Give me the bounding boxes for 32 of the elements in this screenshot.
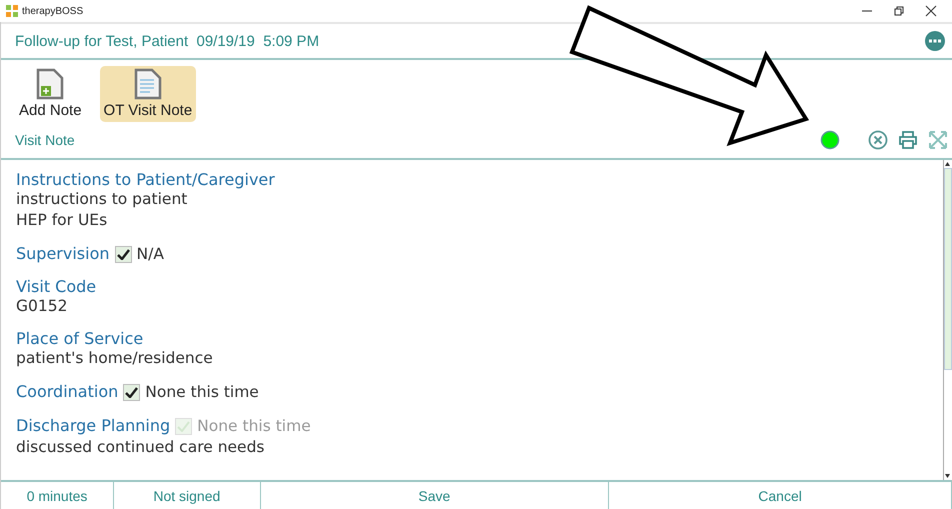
checkbox[interactable] bbox=[123, 384, 140, 400]
toolbar-button[interactable]: Add Note bbox=[15, 66, 86, 122]
field-label: Supervision bbox=[16, 243, 110, 265]
print-icon[interactable] bbox=[898, 130, 918, 150]
field-value: discussed continued care needs bbox=[16, 437, 266, 458]
checkbox[interactable] bbox=[114, 246, 132, 262]
app-logo-icon bbox=[6, 5, 18, 17]
field-label: Visit Code bbox=[16, 277, 98, 296]
field-label: Discharge Planning bbox=[16, 415, 170, 437]
add-note-icon bbox=[35, 68, 66, 102]
field-label: Instructions to Patient/Caregiver bbox=[16, 170, 276, 189]
section-title: Visit Note bbox=[15, 132, 76, 148]
field-value: G0152 bbox=[16, 296, 68, 317]
cancel-circle-icon[interactable] bbox=[868, 130, 888, 150]
close-icon[interactable] bbox=[924, 4, 938, 18]
app-name: therapyBOSS bbox=[22, 6, 84, 16]
document-icon bbox=[132, 68, 163, 102]
restore-icon[interactable] bbox=[892, 4, 906, 18]
toolbar-button[interactable]: OT Visit Note bbox=[100, 66, 196, 122]
note-title: Follow-up for Test, Patient 09/19/19 5:09 PM bbox=[15, 32, 320, 50]
field-value: instructions to patient bbox=[16, 189, 188, 210]
checkbox-label: None this time bbox=[145, 382, 259, 403]
scroll-down-icon[interactable] bbox=[944, 472, 951, 480]
field-label: Place of Service bbox=[16, 329, 144, 348]
field-value: HEP for UEs bbox=[16, 210, 108, 231]
field-value: patient's home/residence bbox=[16, 348, 214, 369]
scroll-up-icon[interactable] bbox=[944, 160, 951, 168]
checkbox-label: N/A bbox=[136, 244, 164, 265]
more-options-icon[interactable] bbox=[924, 30, 946, 52]
checkbox-label: None this time bbox=[197, 416, 311, 437]
status-dot-icon bbox=[820, 130, 840, 150]
field-label: Coordination bbox=[16, 381, 118, 403]
